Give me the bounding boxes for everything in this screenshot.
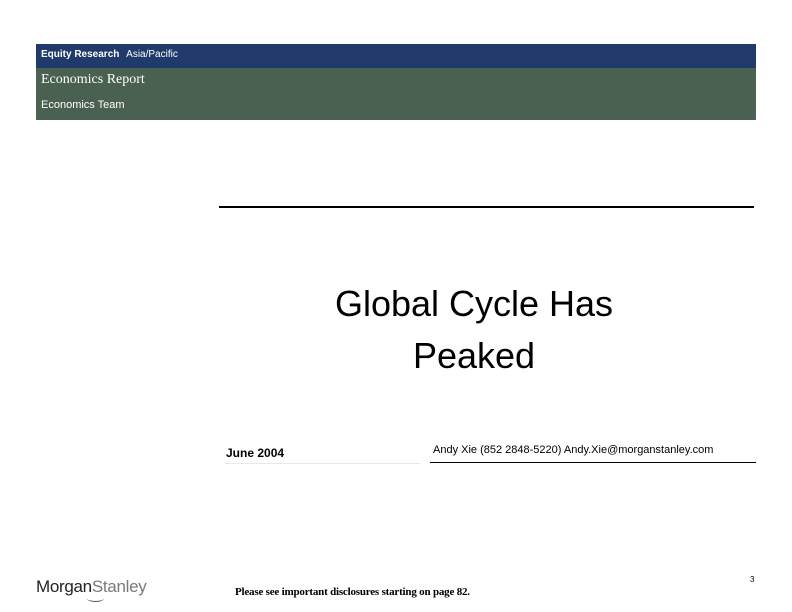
research-section-label: Equity Research	[41, 49, 120, 60]
logo-text-stanley: Stanley	[91, 577, 147, 596]
date-divider	[225, 463, 420, 464]
logo-swoosh-icon	[87, 595, 104, 602]
author-contact: Andy Xie (852 2848-5220) Andy.Xie@morgan…	[433, 444, 714, 456]
page-title: Global Cycle Has Peaked	[219, 278, 729, 382]
title-divider	[219, 206, 754, 208]
header-band-report: Economics Report Economics Team	[36, 68, 756, 120]
page-title-line-2: Peaked	[412, 335, 536, 376]
region-label: Asia/Pacific	[126, 49, 178, 60]
morgan-stanley-logo: MorganStanley	[36, 577, 147, 602]
team-label: Economics Team	[41, 99, 125, 111]
header-band-research: Equity Research Asia/Pacific	[36, 44, 756, 68]
page-number: 3	[750, 575, 755, 584]
author-divider	[430, 462, 756, 463]
logo-text-morgan: Morgan	[36, 577, 92, 596]
report-type-label: Economics Report	[41, 72, 145, 87]
disclosure-note: Please see important disclosures startin…	[235, 586, 470, 598]
report-date: June 2004	[226, 446, 285, 460]
page-title-line-1: Global Cycle Has	[334, 283, 614, 324]
